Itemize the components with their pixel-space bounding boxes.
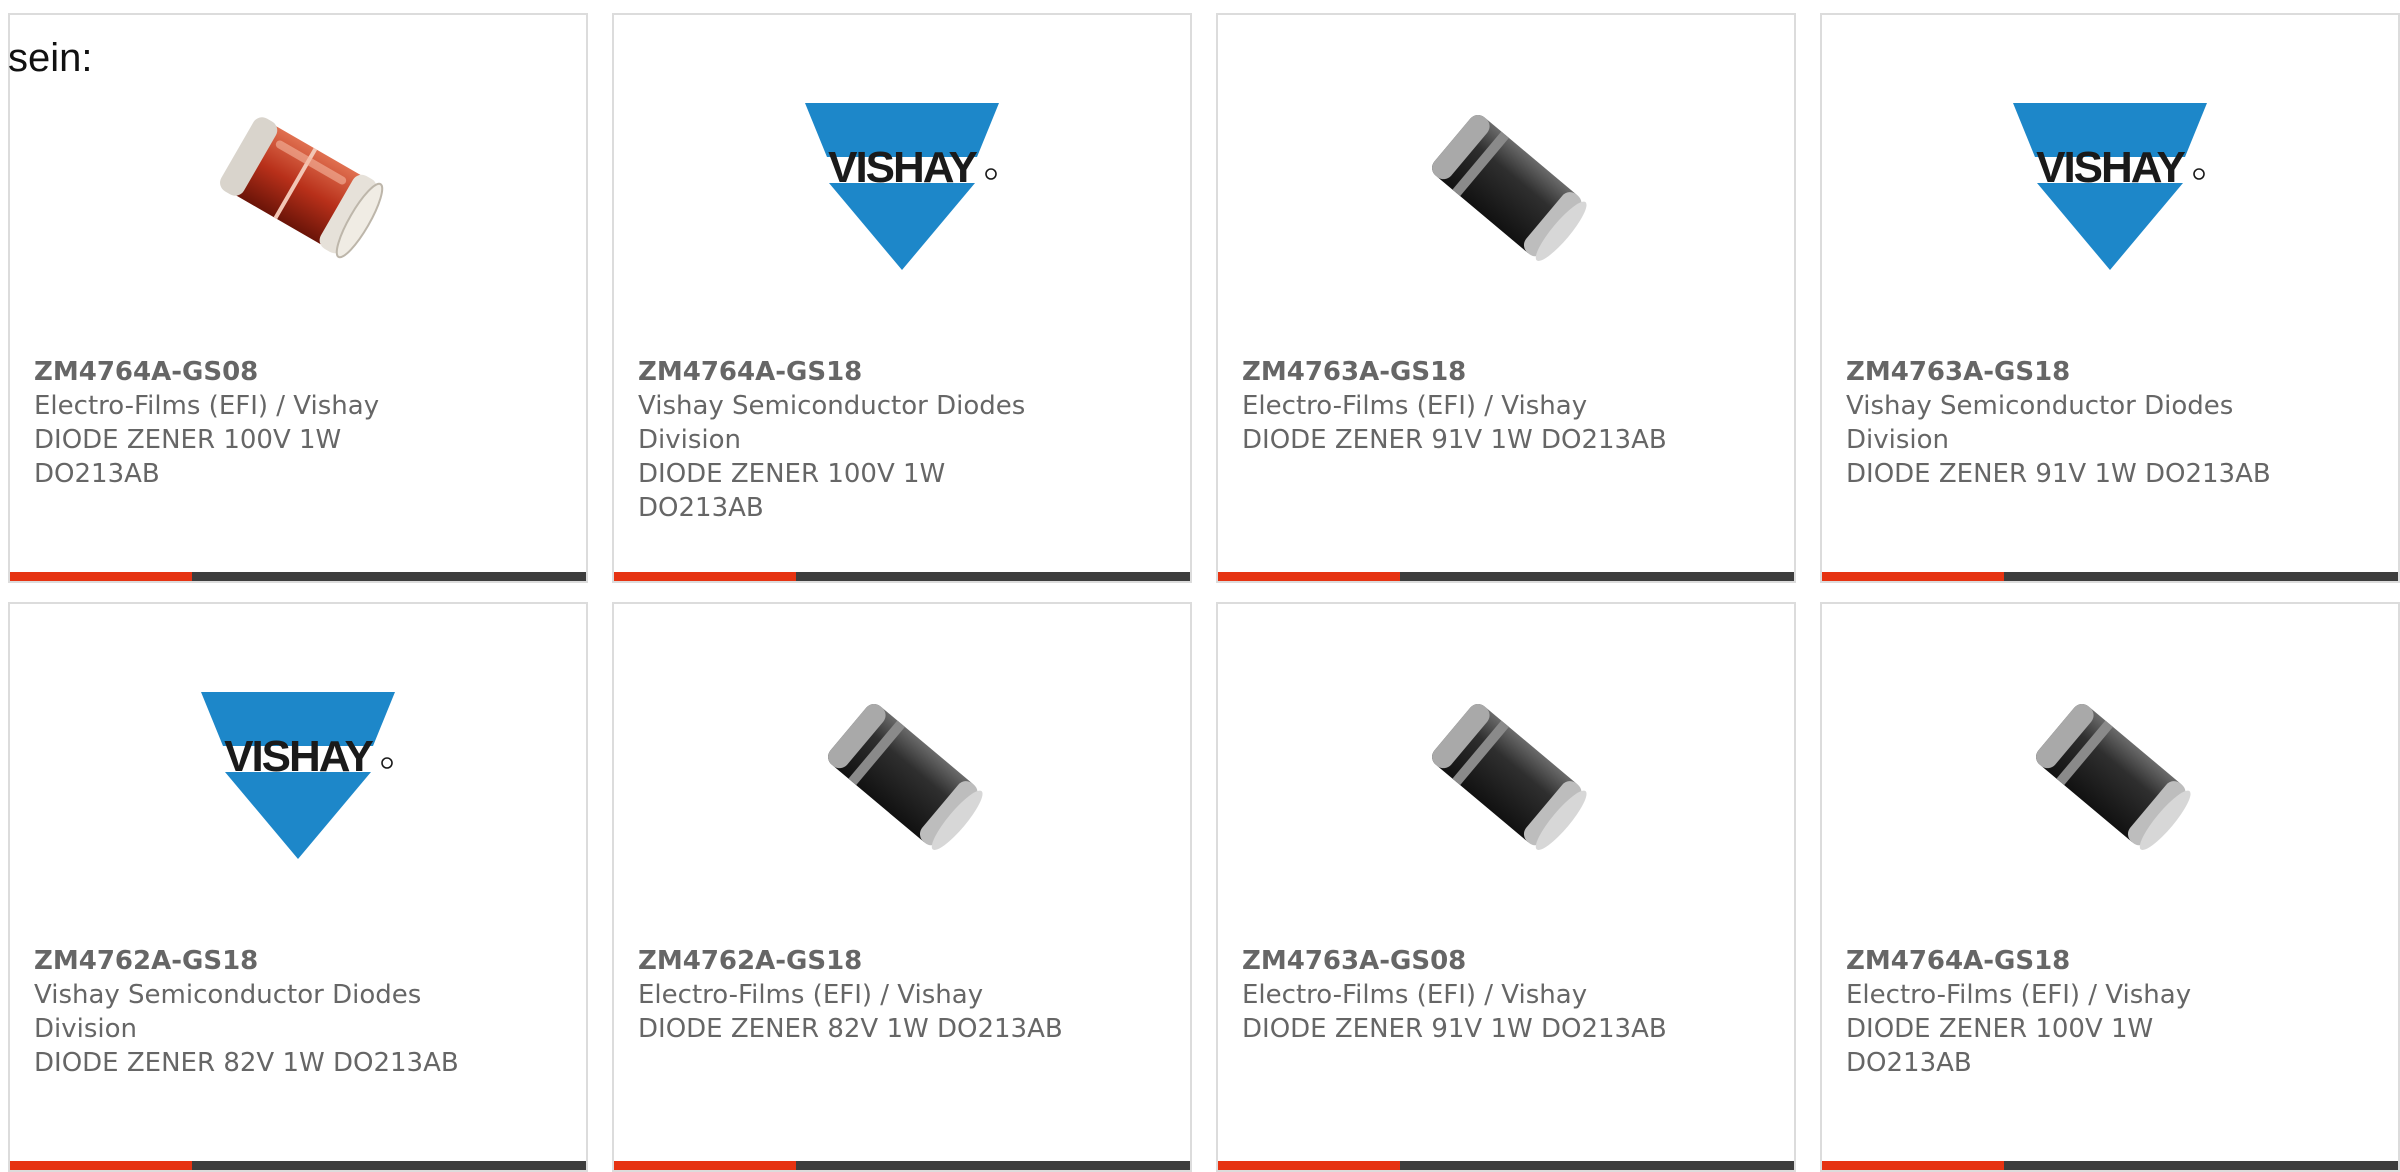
bar-rest bbox=[1400, 1161, 1794, 1170]
bar-accent bbox=[1822, 1161, 2004, 1170]
product-card-8[interactable]: ZM4764A-GS18 Electro-Films (EFI) / Visha… bbox=[1820, 602, 2400, 1172]
part-number[interactable]: ZM4763A-GS08 bbox=[1242, 944, 1682, 978]
product-description: DIODE ZENER 100V 1W DO213AB bbox=[638, 459, 946, 523]
product-image[interactable]: VISHAY bbox=[198, 674, 398, 874]
bar-rest bbox=[192, 1161, 586, 1170]
product-info: ZM4764A-GS08 Electro-Films (EFI) / Visha… bbox=[34, 355, 474, 491]
vishay-logo-icon: VISHAY bbox=[201, 692, 395, 859]
bar-accent bbox=[614, 572, 796, 581]
black-melf-diode-icon bbox=[1432, 703, 1587, 850]
product-card-2[interactable]: VISHAY ZM4764A-GS18 Vishay Semiconductor… bbox=[612, 13, 1192, 583]
product-image[interactable] bbox=[1406, 85, 1606, 285]
card-footer-bar bbox=[1822, 1161, 2398, 1170]
bar-rest bbox=[192, 572, 586, 581]
part-number[interactable]: ZM4762A-GS18 bbox=[34, 944, 474, 978]
card-footer-bar bbox=[614, 1161, 1190, 1170]
svg-text:VISHAY: VISHAY bbox=[2036, 143, 2185, 192]
product-card-1[interactable]: ZM4764A-GS08 Electro-Films (EFI) / Visha… bbox=[8, 13, 588, 583]
bar-accent bbox=[1218, 1161, 1400, 1170]
part-number[interactable]: ZM4764A-GS18 bbox=[638, 355, 1078, 389]
card-footer-bar bbox=[10, 572, 586, 581]
bar-rest bbox=[2004, 1161, 2398, 1170]
part-number[interactable]: ZM4763A-GS18 bbox=[1846, 355, 2286, 389]
product-image[interactable]: VISHAY bbox=[2010, 85, 2210, 285]
bar-rest bbox=[1400, 572, 1794, 581]
card-footer-bar bbox=[1218, 572, 1794, 581]
part-number[interactable]: ZM4764A-GS08 bbox=[34, 355, 474, 389]
bar-accent bbox=[1822, 572, 2004, 581]
bar-rest bbox=[796, 572, 1190, 581]
bar-rest bbox=[796, 1161, 1190, 1170]
product-card-3[interactable]: ZM4763A-GS18 Electro-Films (EFI) / Visha… bbox=[1216, 13, 1796, 583]
black-melf-diode-icon bbox=[1432, 114, 1587, 261]
svg-text:VISHAY: VISHAY bbox=[828, 143, 977, 192]
bar-accent bbox=[10, 1161, 192, 1170]
part-number[interactable]: ZM4762A-GS18 bbox=[638, 944, 1078, 978]
card-footer-bar bbox=[1822, 572, 2398, 581]
bar-accent bbox=[614, 1161, 796, 1170]
product-description: DIODE ZENER 82V 1W DO213AB bbox=[34, 1048, 459, 1078]
product-card-6[interactable]: ZM4762A-GS18 Electro-Films (EFI) / Visha… bbox=[612, 602, 1192, 1172]
card-footer-bar bbox=[1218, 1161, 1794, 1170]
black-melf-diode-icon bbox=[2036, 703, 2191, 850]
product-description: DIODE ZENER 91V 1W DO213AB bbox=[1242, 1014, 1667, 1044]
product-image[interactable] bbox=[198, 85, 398, 285]
manufacturer: Vishay Semiconductor Diodes Division bbox=[1846, 391, 2234, 455]
vishay-logo-icon: VISHAY bbox=[2013, 103, 2207, 270]
product-info: ZM4763A-GS18 Vishay Semiconductor Diodes… bbox=[1846, 355, 2286, 491]
product-description: DIODE ZENER 100V 1W DO213AB bbox=[1846, 1014, 2154, 1078]
card-footer-bar bbox=[614, 572, 1190, 581]
card-footer-bar bbox=[10, 1161, 586, 1170]
product-image[interactable]: VISHAY bbox=[802, 85, 1002, 285]
manufacturer: Vishay Semiconductor Diodes Division bbox=[638, 391, 1026, 455]
manufacturer: Vishay Semiconductor Diodes Division bbox=[34, 980, 422, 1044]
product-grid: ZM4764A-GS08 Electro-Films (EFI) / Visha… bbox=[8, 13, 2400, 1172]
product-description: DIODE ZENER 91V 1W DO213AB bbox=[1242, 425, 1667, 455]
product-image[interactable] bbox=[2010, 674, 2210, 874]
bar-accent bbox=[10, 572, 192, 581]
product-card-4[interactable]: VISHAY ZM4763A-GS18 Vishay Semiconductor… bbox=[1820, 13, 2400, 583]
manufacturer: Electro-Films (EFI) / Vishay bbox=[638, 980, 984, 1010]
manufacturer: Electro-Films (EFI) / Vishay bbox=[1242, 980, 1588, 1010]
product-image[interactable] bbox=[1406, 674, 1606, 874]
black-melf-diode-icon bbox=[828, 703, 983, 850]
part-number[interactable]: ZM4764A-GS18 bbox=[1846, 944, 2286, 978]
manufacturer: Electro-Films (EFI) / Vishay bbox=[1846, 980, 2192, 1010]
product-info: ZM4762A-GS18 Vishay Semiconductor Diodes… bbox=[34, 944, 474, 1080]
product-description: DIODE ZENER 100V 1W DO213AB bbox=[34, 425, 342, 489]
product-info: ZM4763A-GS08 Electro-Films (EFI) / Visha… bbox=[1242, 944, 1682, 1046]
manufacturer: Electro-Films (EFI) / Vishay bbox=[1242, 391, 1588, 421]
product-info: ZM4762A-GS18 Electro-Films (EFI) / Visha… bbox=[638, 944, 1078, 1046]
product-description: DIODE ZENER 91V 1W DO213AB bbox=[1846, 459, 2271, 489]
bar-accent bbox=[1218, 572, 1400, 581]
vishay-logo-icon: VISHAY bbox=[805, 103, 999, 270]
svg-text:VISHAY: VISHAY bbox=[224, 732, 373, 781]
product-image[interactable] bbox=[802, 674, 1002, 874]
product-info: ZM4764A-GS18 Electro-Films (EFI) / Visha… bbox=[1846, 944, 2286, 1080]
intro-text: sein: bbox=[8, 36, 93, 80]
product-description: DIODE ZENER 82V 1W DO213AB bbox=[638, 1014, 1063, 1044]
product-info: ZM4763A-GS18 Electro-Films (EFI) / Visha… bbox=[1242, 355, 1682, 457]
product-card-7[interactable]: ZM4763A-GS08 Electro-Films (EFI) / Visha… bbox=[1216, 602, 1796, 1172]
bar-rest bbox=[2004, 572, 2398, 581]
product-info: ZM4764A-GS18 Vishay Semiconductor Diodes… bbox=[638, 355, 1078, 525]
manufacturer: Electro-Films (EFI) / Vishay bbox=[34, 391, 380, 421]
glass-melf-diode-icon bbox=[220, 117, 384, 259]
part-number[interactable]: ZM4763A-GS18 bbox=[1242, 355, 1682, 389]
product-card-5[interactable]: VISHAY ZM4762A-GS18 Vishay Semiconductor… bbox=[8, 602, 588, 1172]
